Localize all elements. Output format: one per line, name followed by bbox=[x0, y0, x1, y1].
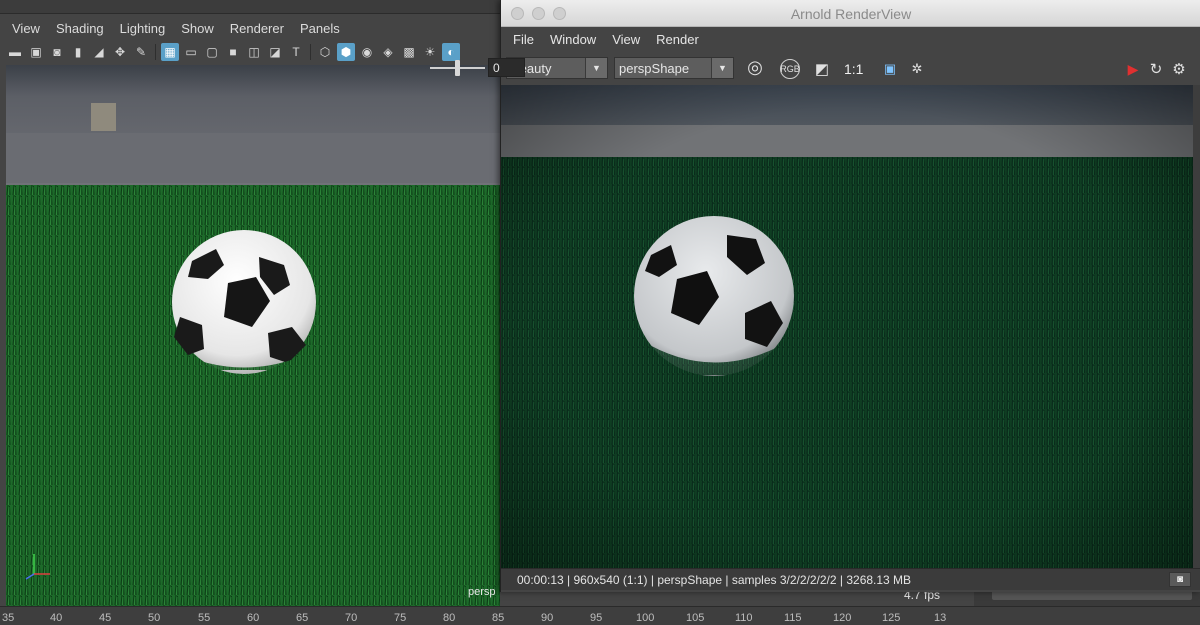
vertical-scrollbar[interactable] bbox=[1193, 85, 1200, 568]
timeline-tick: 60 bbox=[247, 612, 260, 624]
timeline-tick: 100 bbox=[636, 612, 655, 624]
timeline-tick: 40 bbox=[50, 612, 63, 624]
exposure-aperture-icon[interactable]: ✲ bbox=[907, 59, 927, 79]
viewport-menubar: View Shading Lighting Show Renderer Pane… bbox=[0, 16, 500, 40]
menu-show[interactable]: Show bbox=[181, 21, 214, 36]
snapshot-camera-icon[interactable]: ◙ bbox=[1169, 572, 1191, 587]
bookmark-icon[interactable]: ▮ bbox=[69, 43, 87, 61]
viewport-scene bbox=[6, 65, 500, 606]
crop-region-icon[interactable]: ◎ bbox=[745, 57, 765, 77]
viewport-camera-label: persp bbox=[468, 586, 496, 598]
arnold-titlebar[interactable]: Arnold RenderView bbox=[501, 0, 1200, 27]
timeline-tick: 75 bbox=[394, 612, 407, 624]
smooth-shade-icon[interactable]: ⬢ bbox=[337, 43, 355, 61]
timeline-tick: 50 bbox=[148, 612, 161, 624]
chevron-down-icon: ▼ bbox=[585, 58, 607, 78]
xray-icon[interactable]: ◈ bbox=[379, 43, 397, 61]
maya-3d-viewport[interactable] bbox=[6, 65, 500, 606]
menu-file[interactable]: File bbox=[513, 32, 534, 47]
time-slider-ticks: 35 40 45 50 55 60 65 70 75 80 85 90 95 1… bbox=[0, 612, 1200, 625]
image-plane-icon[interactable]: ◢ bbox=[90, 43, 108, 61]
checker-background-icon[interactable]: ◩ bbox=[812, 59, 832, 79]
timeline-tick: 55 bbox=[198, 612, 211, 624]
camera-dropdown[interactable]: perspShape ▼ bbox=[614, 57, 734, 79]
render-vignette bbox=[501, 85, 1193, 568]
arnold-menubar: File Window View Render bbox=[501, 27, 1200, 52]
timeline-tick: 105 bbox=[686, 612, 705, 624]
camera-select-icon[interactable]: ▬ bbox=[6, 43, 24, 61]
menu-shading[interactable]: Shading bbox=[56, 21, 104, 36]
safe-title-icon[interactable]: T bbox=[287, 43, 305, 61]
menu-view[interactable]: View bbox=[612, 32, 640, 47]
window-title: Arnold RenderView bbox=[790, 6, 912, 22]
viewport-background-object bbox=[91, 103, 116, 131]
render-status-bar: 00:00:13 | 960x540 (1:1) | perspShape | … bbox=[501, 568, 1200, 590]
rendered-scene bbox=[501, 85, 1193, 568]
menu-view[interactable]: View bbox=[12, 21, 40, 36]
refresh-icon[interactable]: ↻ bbox=[1146, 59, 1166, 79]
rgb-channels-icon[interactable]: RGB bbox=[780, 59, 800, 79]
frame-all-icon[interactable]: ▣ bbox=[880, 59, 900, 79]
timeline-tick: 80 bbox=[443, 612, 456, 624]
safe-action-icon[interactable]: ◪ bbox=[266, 43, 284, 61]
viewport-background-pavement bbox=[6, 133, 500, 183]
timeline-tick: 120 bbox=[833, 612, 852, 624]
timeline-tick: 70 bbox=[345, 612, 358, 624]
timeline-tick: 95 bbox=[590, 612, 603, 624]
exposure-input[interactable]: 0 bbox=[488, 58, 525, 77]
menu-window[interactable]: Window bbox=[550, 32, 596, 47]
resolution-gate-icon[interactable]: ▢ bbox=[203, 43, 221, 61]
lights-icon[interactable]: ☀ bbox=[421, 43, 439, 61]
timeline-tick: 110 bbox=[735, 612, 753, 624]
timeline-tick: 125 bbox=[882, 612, 901, 624]
toolbar-separator bbox=[155, 44, 156, 60]
film-gate-icon[interactable]: ▭ bbox=[182, 43, 200, 61]
timeline-tick: 13 bbox=[934, 612, 947, 624]
axis-gizmo-icon bbox=[25, 554, 50, 580]
xray-joints-icon[interactable]: ▩ bbox=[400, 43, 418, 61]
wireframe-icon[interactable]: ⬡ bbox=[316, 43, 334, 61]
grease-pencil-icon[interactable]: ✎ bbox=[132, 43, 150, 61]
timeline-tick: 45 bbox=[99, 612, 112, 624]
timeline-tick: 85 bbox=[492, 612, 505, 624]
timeline-tick: 115 bbox=[784, 612, 802, 624]
arnold-toolbar: Beauty ▼ perspShape ▼ ◎ RGB ◩ 1:1 ▣ ✲ ▶ … bbox=[501, 52, 1200, 84]
render-play-icon[interactable]: ▶ bbox=[1123, 59, 1143, 79]
camera-dropdown-value: perspShape bbox=[619, 61, 690, 76]
camera-lock-icon[interactable]: ◙ bbox=[48, 43, 66, 61]
chevron-down-icon: ▼ bbox=[711, 58, 733, 78]
render-image-view[interactable] bbox=[501, 85, 1193, 568]
shadows-icon[interactable]: ◐ bbox=[442, 43, 460, 61]
viewport-soccer-ball[interactable] bbox=[172, 230, 316, 374]
timeline-tick: 65 bbox=[296, 612, 309, 624]
toolbar-separator bbox=[310, 44, 311, 60]
grid-icon[interactable]: ▦ bbox=[161, 43, 179, 61]
zoom-ratio-button[interactable]: 1:1 bbox=[844, 61, 863, 77]
pivot-icon[interactable]: ✥ bbox=[111, 43, 129, 61]
menu-render[interactable]: Render bbox=[656, 32, 699, 47]
default-material-icon[interactable]: ◉ bbox=[358, 43, 376, 61]
gate-mask-icon[interactable]: ■ bbox=[224, 43, 242, 61]
timeline-tick: 35 bbox=[2, 612, 15, 624]
render-status-text: 00:00:13 | 960x540 (1:1) | perspShape | … bbox=[517, 573, 912, 587]
field-chart-icon[interactable]: ◫ bbox=[245, 43, 263, 61]
viewport-toolbar: ▬ ▣ ◙ ▮ ◢ ✥ ✎ ▦ ▭ ▢ ■ ◫ ◪ T ⬡ ⬢ ◉ ◈ ▩ ☀ … bbox=[0, 40, 500, 64]
menu-renderer[interactable]: Renderer bbox=[230, 21, 284, 36]
gear-icon[interactable]: ⚙ bbox=[1169, 59, 1189, 79]
menu-panels[interactable]: Panels bbox=[300, 21, 340, 36]
camera-attributes-icon[interactable]: ▣ bbox=[27, 43, 45, 61]
timeline-tick: 90 bbox=[541, 612, 554, 624]
exposure-slider-handle[interactable] bbox=[455, 60, 460, 76]
menu-lighting[interactable]: Lighting bbox=[120, 21, 166, 36]
